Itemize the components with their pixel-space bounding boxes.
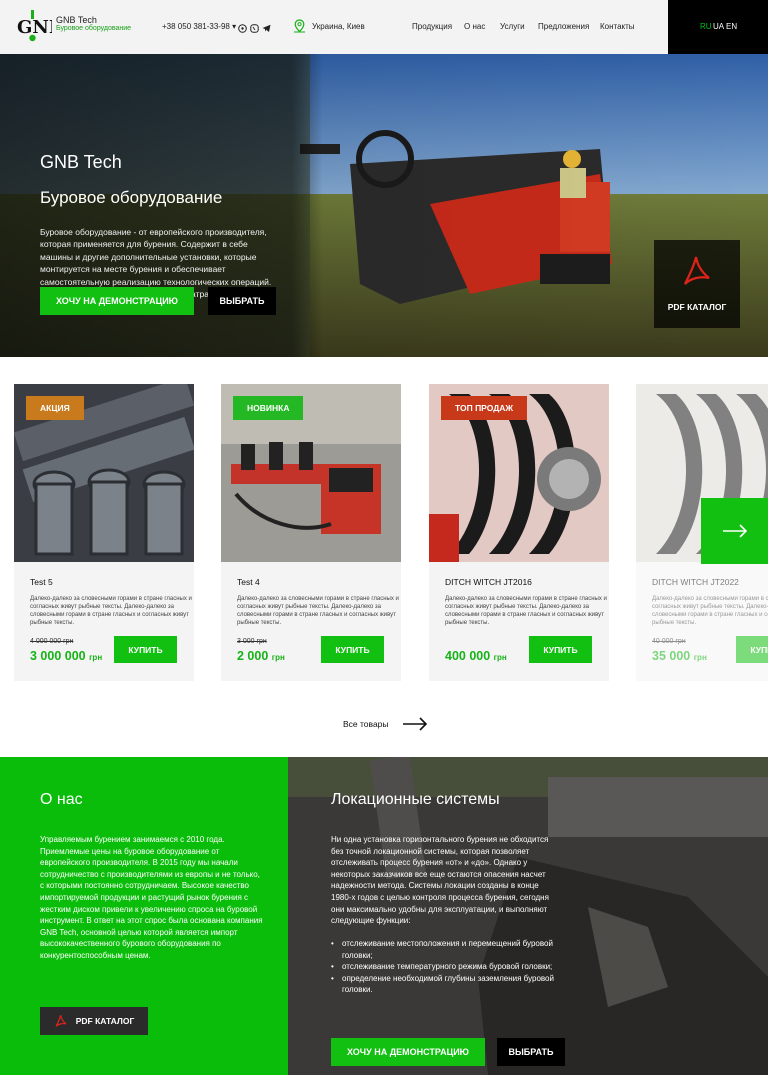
phone-text: +38 050 381-33-98 [162, 22, 230, 31]
telegram-icon[interactable] [262, 20, 271, 32]
viber-icon[interactable] [250, 20, 259, 33]
phone-number[interactable]: +38 050 381-33-98 ▾ [162, 22, 236, 31]
top-sales-badge: ТОП ПРОДАЖ [441, 396, 528, 420]
about-title: О нас [40, 791, 83, 808]
product-price: 3 000 000 грн [30, 649, 102, 663]
list-item: отслеживание температурного режима буров… [331, 961, 561, 973]
product-card[interactable]: НОВИНКА Test 4 Далеко-далеко за словесны… [221, 384, 401, 681]
whatsapp-icon[interactable] [238, 20, 247, 33]
nav-products[interactable]: Продукция [412, 22, 452, 31]
hero-title: GNB Tech [40, 152, 122, 172]
nav-services[interactable]: Услуги [500, 22, 525, 31]
pdf-catalog-label: PDF КАТАЛОГ [667, 302, 727, 312]
buy-button[interactable]: КУПИТЬ [529, 636, 592, 663]
choose-button[interactable]: ВЫБРАТЬ [497, 1038, 565, 1066]
location-pin-icon [293, 19, 306, 33]
price-value: 400 000 [445, 649, 491, 663]
pdf-icon [55, 1015, 67, 1027]
price-currency: грн [271, 653, 285, 662]
lang-ru[interactable]: RU [700, 22, 712, 31]
old-price: 4 000 000 грн [30, 638, 74, 645]
functions-list: отслеживание местоположения и перемещени… [331, 938, 561, 996]
social-icons [238, 20, 271, 33]
choose-button[interactable]: ВЫБРАТЬ [208, 287, 276, 315]
next-slide-button[interactable] [701, 498, 768, 564]
product-price: 400 000 грн [445, 649, 507, 663]
hero-subtitle: Буровое оборудование [40, 188, 223, 207]
about-section: О нас Управляемым бурением занимаемся с … [0, 757, 288, 1075]
new-badge: НОВИНКА [233, 396, 304, 420]
language-switcher: RU UA EN [668, 0, 768, 54]
about-pdf-catalog-button[interactable]: PDF КАТАЛОГ [40, 1007, 148, 1035]
product-card[interactable]: АКЦИЯ Test 5 Далеко-далеко за словесными… [14, 384, 194, 681]
svg-text:GNB: GNB [17, 17, 52, 38]
brand-name: GNB Tech [56, 15, 97, 25]
about-text: Управляемым бурением занимаемся с 2010 г… [40, 835, 263, 960]
old-price: 3 000 грн [237, 638, 267, 645]
all-goods-link[interactable]: Все товары [343, 719, 389, 729]
location-systems-text: Ни одна установка горизонтального бурени… [331, 835, 549, 926]
location-systems-title: Локационные системы [331, 791, 500, 808]
location-systems-section: Локационные системы Ни одна установка го… [288, 757, 768, 1075]
hero-section: GNB Tech Буровое оборудование Буровое об… [0, 54, 768, 357]
arrow-right-icon[interactable] [402, 717, 428, 731]
pdf-catalog-button[interactable]: PDF КАТАЛОГ [654, 240, 740, 328]
gnb-logo[interactable]: GNB [16, 10, 64, 44]
buy-button[interactable]: КУПИТЬ [114, 636, 177, 663]
location-text: Украина, Киев [312, 22, 365, 31]
product-title[interactable]: Test 5 [30, 577, 53, 587]
pdf-icon [684, 256, 710, 285]
lang-ua[interactable]: UA [713, 22, 724, 31]
buy-button[interactable]: КУПИТЬ [321, 636, 384, 663]
product-card[interactable]: ТОП ПРОДАЖ DITCH WITCH JT2016 Далеко-дал… [429, 384, 609, 681]
demo-button[interactable]: ХОЧУ НА ДЕМОНСТРАЦИЮ [40, 287, 194, 315]
product-title[interactable]: DITCH WITCH JT2016 [445, 577, 532, 587]
nav-about[interactable]: О нас [464, 22, 485, 31]
price-value: 2 000 [237, 649, 269, 663]
arrow-right-icon [722, 524, 747, 538]
list-item: определение необходимой глубины заземлен… [331, 973, 561, 996]
nav-offers[interactable]: Предложения [538, 22, 589, 31]
about-pdf-label: PDF КАТАЛОГ [75, 1016, 135, 1026]
product-price: 2 000 грн [237, 649, 285, 663]
price-currency: грн [493, 653, 507, 662]
price-value: 3 000 000 [30, 649, 86, 663]
lang-en[interactable]: EN [726, 22, 737, 31]
product-description: Далеко-далеко за словесными горами в стр… [445, 596, 607, 626]
demo-button[interactable]: ХОЧУ НА ДЕМОНСТРАЦИЮ [331, 1038, 485, 1066]
site-header: GNB GNB Tech Буровое оборудование +38 05… [0, 0, 768, 54]
nav-contacts[interactable]: Контакты [600, 22, 635, 31]
product-description: Далеко-далеко за словесными горами в стр… [237, 596, 399, 626]
sale-badge: АКЦИЯ [26, 396, 84, 420]
list-item: отслеживание местоположения и перемещени… [331, 938, 561, 961]
brand-subtitle: Буровое оборудование [56, 25, 132, 32]
price-currency: грн [89, 653, 103, 662]
product-title[interactable]: Test 4 [237, 577, 260, 587]
product-description: Далеко-далеко за словесными горами в стр… [30, 596, 192, 626]
